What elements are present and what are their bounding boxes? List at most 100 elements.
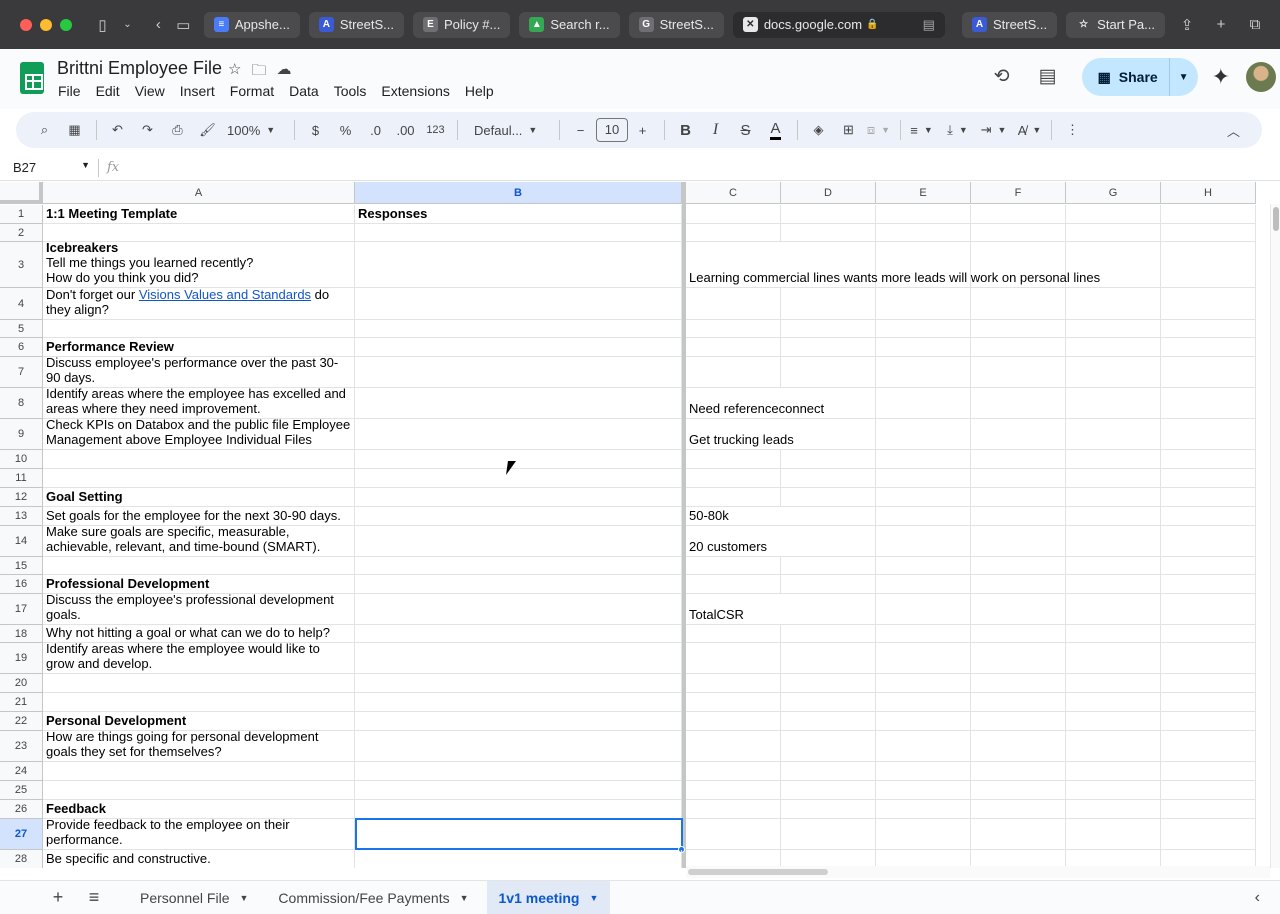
cell-g16[interactable] [1066, 575, 1161, 594]
cell-a12[interactable]: Goal Setting [43, 488, 355, 507]
cell-h19[interactable] [1161, 643, 1256, 674]
cell-g10[interactable] [1066, 450, 1161, 469]
row-header[interactable]: 22 [0, 712, 43, 731]
row-header[interactable]: 27 [0, 819, 43, 850]
visions-values-link[interactable]: Visions Values and Standards [139, 287, 311, 302]
cell-f26[interactable] [971, 800, 1066, 819]
cell-b3[interactable] [355, 242, 682, 288]
row-header[interactable]: 11 [0, 469, 43, 488]
cell-b19[interactable] [355, 643, 682, 674]
cell-g27[interactable] [1066, 819, 1161, 850]
column-header-d[interactable]: D [781, 182, 876, 204]
cell-f1[interactable] [971, 205, 1066, 224]
browser-tab[interactable]: ≡ Appshe... [203, 11, 300, 38]
currency-format-button[interactable]: $ [301, 118, 330, 142]
docs-close-icon[interactable]: ✕ [742, 17, 758, 32]
cell-b17[interactable] [355, 594, 682, 625]
cell-g17[interactable] [1066, 594, 1161, 625]
row-header[interactable]: 19 [0, 643, 43, 674]
cell-e13[interactable] [876, 507, 971, 526]
increase-decimal-button[interactable]: .00 [391, 118, 420, 142]
cell-c3[interactable]: Learning commercial lines wants more lea… [686, 242, 1100, 288]
cell-f22[interactable] [971, 712, 1066, 731]
row-header[interactable]: 17 [0, 594, 43, 625]
cell-b10[interactable] [355, 450, 682, 469]
cell-c27[interactable] [686, 819, 781, 850]
row-header[interactable]: 18 [0, 625, 43, 643]
cell-h22[interactable] [1161, 712, 1256, 731]
reader-icon[interactable]: ▤ [923, 17, 935, 33]
column-header-e[interactable]: E [876, 182, 971, 204]
cell-d4[interactable] [781, 288, 876, 320]
cell-g18[interactable] [1066, 625, 1161, 643]
cell-e23[interactable] [876, 731, 971, 762]
cell-f4[interactable] [971, 288, 1066, 320]
cell-d21[interactable] [781, 693, 876, 712]
cell-b16[interactable] [355, 575, 682, 594]
cell-h12[interactable] [1161, 488, 1256, 507]
cell-g12[interactable] [1066, 488, 1161, 507]
cell-d26[interactable] [781, 800, 876, 819]
cell-b28[interactable] [355, 850, 682, 868]
back-icon[interactable]: ‹ [146, 16, 171, 33]
cell-h11[interactable] [1161, 469, 1256, 488]
vertical-scroll-thumb[interactable] [1273, 207, 1279, 231]
cell-a19[interactable]: Identify areas where the employee would … [43, 641, 355, 674]
name-box[interactable]: B27 ▼ [0, 160, 98, 175]
menu-edit[interactable]: Edit [96, 83, 120, 99]
browser-tab[interactable]: ☆ Start Pa... [1066, 11, 1165, 38]
font-size-decrease-button[interactable]: − [566, 118, 595, 142]
row-header[interactable]: 23 [0, 731, 43, 762]
cell-e4[interactable] [876, 288, 971, 320]
font-size-increase-button[interactable]: + [628, 118, 657, 142]
cell-b1[interactable]: Responses [355, 205, 682, 224]
cell-b18[interactable] [355, 625, 682, 643]
cell-g19[interactable] [1066, 643, 1161, 674]
formula-input[interactable] [129, 158, 1280, 178]
cell-g7[interactable] [1066, 357, 1161, 388]
cell-f23[interactable] [971, 731, 1066, 762]
redo-icon[interactable]: ↷ [133, 118, 162, 142]
cell-d23[interactable] [781, 731, 876, 762]
cell-g26[interactable] [1066, 800, 1161, 819]
spreadsheet-grid[interactable]: A B C D E F G H 1 1:1 Meeting Template Responses 2 3… [0, 182, 1270, 868]
cell-h27[interactable] [1161, 819, 1256, 850]
share-icon[interactable]: ⇪ [1174, 16, 1200, 34]
cell-e10[interactable] [876, 450, 971, 469]
cell-f5[interactable] [971, 320, 1066, 338]
cell-d6[interactable] [781, 338, 876, 357]
cell-a23[interactable]: How are things going for personal develo… [43, 729, 355, 762]
cell-b12[interactable] [355, 488, 682, 507]
row-header[interactable]: 1 [0, 205, 43, 224]
cell-e20[interactable] [876, 674, 971, 693]
cell-b21[interactable] [355, 693, 682, 712]
paint-format-icon[interactable]: 🖌 [193, 118, 222, 142]
cell-d12[interactable] [781, 488, 876, 507]
cell-e9[interactable] [876, 419, 971, 450]
cell-h8[interactable] [1161, 388, 1256, 419]
cell-c11[interactable] [686, 469, 781, 488]
share-dropdown-icon[interactable]: ▼ [1170, 72, 1198, 83]
cell-f13[interactable] [971, 507, 1066, 526]
browser-tab[interactable]: A StreetS... [961, 11, 1058, 38]
print-icon[interactable]: ⎙ [163, 118, 192, 142]
sheet-tab[interactable]: Commission/Fee Payments ▼ [266, 881, 480, 914]
column-header-a[interactable]: A [43, 182, 355, 204]
row-header[interactable]: 9 [0, 419, 43, 450]
cell-b23[interactable] [355, 731, 682, 762]
cell-h3[interactable] [1161, 242, 1256, 288]
cell-g8[interactable] [1066, 388, 1161, 419]
strikethrough-button[interactable]: S [731, 118, 760, 142]
merge-cells-icon[interactable]: ⧈ ▼ [864, 118, 893, 142]
cell-b7[interactable] [355, 357, 682, 388]
cell-a4[interactable]: Don't forget our Visions Values and Stan… [43, 287, 355, 320]
more-formats-button[interactable]: 123 [421, 118, 450, 142]
row-header[interactable]: 10 [0, 450, 43, 469]
cell-f12[interactable] [971, 488, 1066, 507]
cell-h23[interactable] [1161, 731, 1256, 762]
cell-h24[interactable] [1161, 762, 1256, 781]
row-header[interactable]: 16 [0, 575, 43, 594]
cell-f15[interactable] [971, 557, 1066, 575]
cell-c13[interactable]: 50-80k [686, 507, 781, 526]
cell-c23[interactable] [686, 731, 781, 762]
